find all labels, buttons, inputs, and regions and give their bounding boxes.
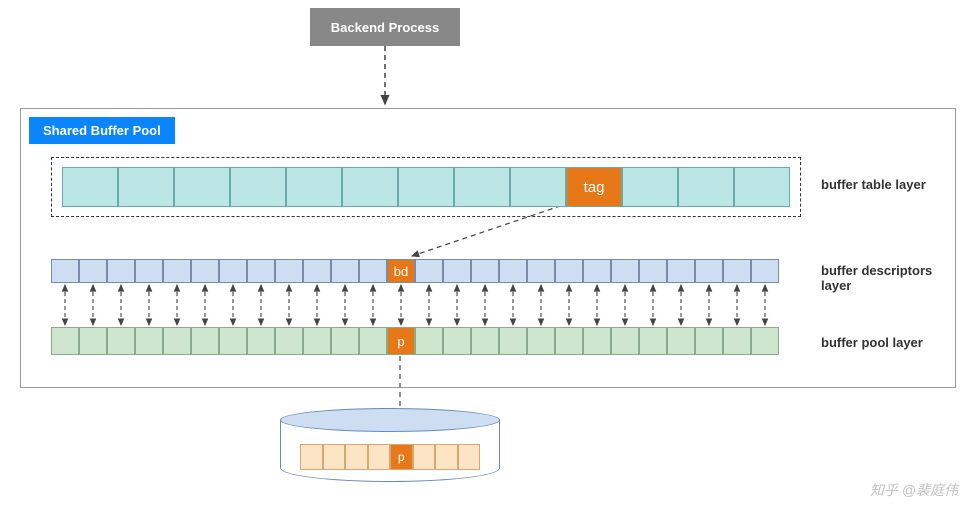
- tcell-cell: [734, 167, 790, 207]
- dcell-cell: [415, 259, 443, 283]
- disk-row: p: [300, 444, 480, 470]
- tcell-cell: [622, 167, 678, 207]
- backend-label: Backend Process: [331, 20, 439, 35]
- disk-top: [280, 408, 500, 432]
- pcell-cell: [751, 327, 779, 355]
- dcell-cell: [303, 259, 331, 283]
- diskcell-cell: [413, 444, 436, 470]
- p-cell: p: [387, 327, 415, 355]
- pcell-cell: [359, 327, 387, 355]
- dcell-cell: [583, 259, 611, 283]
- buffer-table-dashed-wrap: tag: [51, 157, 801, 217]
- dcell-cell: [331, 259, 359, 283]
- dcell-cell: [611, 259, 639, 283]
- dcell-cell: [275, 259, 303, 283]
- pcell-cell: [695, 327, 723, 355]
- pcell-cell: [611, 327, 639, 355]
- tcell-cell: [342, 167, 398, 207]
- pcell-cell: [443, 327, 471, 355]
- buffer-table-label: buffer table layer: [821, 177, 926, 192]
- tcell-cell: [62, 167, 118, 207]
- pcell-cell: [191, 327, 219, 355]
- pcell-cell: [219, 327, 247, 355]
- tcell-cell: [678, 167, 734, 207]
- pcell-cell: [555, 327, 583, 355]
- dcell-cell: [247, 259, 275, 283]
- tcell-cell: [286, 167, 342, 207]
- pcell-cell: [275, 327, 303, 355]
- dcell-cell: [527, 259, 555, 283]
- pcell-cell: [331, 327, 359, 355]
- tcell-cell: [118, 167, 174, 207]
- diskcell-cell: [458, 444, 481, 470]
- dcell-cell: [219, 259, 247, 283]
- dcell-cell: [555, 259, 583, 283]
- watermark: 知乎 @裴庭伟: [870, 480, 958, 500]
- pcell-cell: [163, 327, 191, 355]
- diskcell-cell: [300, 444, 323, 470]
- pcell-cell: [303, 327, 331, 355]
- pcell-cell: [107, 327, 135, 355]
- pcell-cell: [723, 327, 751, 355]
- tcell-cell: [174, 167, 230, 207]
- pcell-cell: [79, 327, 107, 355]
- pcell-cell: [639, 327, 667, 355]
- dcell-cell: [191, 259, 219, 283]
- buffer-table-row: tag: [62, 167, 790, 207]
- dcell-cell: [163, 259, 191, 283]
- disk-cylinder: p: [280, 408, 500, 488]
- diskcell-cell: [368, 444, 391, 470]
- dcell-cell: [51, 259, 79, 283]
- pool-title: Shared Buffer Pool: [43, 123, 161, 138]
- pcell-cell: [527, 327, 555, 355]
- shared-buffer-pool-container: Shared Buffer Pool tag buffer table laye…: [20, 108, 956, 388]
- p-cell: p: [390, 444, 413, 470]
- pcell-cell: [583, 327, 611, 355]
- pcell-cell: [471, 327, 499, 355]
- tcell-cell: [454, 167, 510, 207]
- bidirectional-arrows: [49, 281, 829, 331]
- dcell-cell: [695, 259, 723, 283]
- buffer-descriptors-label: buffer descriptors layer: [821, 263, 955, 293]
- dcell-cell: [135, 259, 163, 283]
- diskcell-cell: [323, 444, 346, 470]
- dcell-cell: [107, 259, 135, 283]
- tag-cell: tag: [566, 167, 622, 207]
- pcell-cell: [499, 327, 527, 355]
- dcell-cell: [359, 259, 387, 283]
- diskcell-cell: [435, 444, 458, 470]
- dcell-cell: [471, 259, 499, 283]
- dcell-cell: [79, 259, 107, 283]
- dcell-cell: [443, 259, 471, 283]
- dcell-cell: [723, 259, 751, 283]
- tcell-cell: [230, 167, 286, 207]
- dcell-cell: [639, 259, 667, 283]
- pcell-cell: [135, 327, 163, 355]
- buffer-descriptors-row: bd: [51, 259, 779, 283]
- pcell-cell: [667, 327, 695, 355]
- pcell-cell: [247, 327, 275, 355]
- dcell-cell: [751, 259, 779, 283]
- pool-title-badge: Shared Buffer Pool: [29, 117, 175, 144]
- diskcell-cell: [345, 444, 368, 470]
- buffer-pool-row: p: [51, 327, 779, 355]
- tcell-cell: [510, 167, 566, 207]
- pcell-cell: [415, 327, 443, 355]
- backend-process-box: Backend Process: [310, 8, 460, 46]
- dcell-cell: [667, 259, 695, 283]
- tcell-cell: [398, 167, 454, 207]
- bd-cell: bd: [387, 259, 415, 283]
- dcell-cell: [499, 259, 527, 283]
- pcell-cell: [51, 327, 79, 355]
- buffer-pool-label: buffer pool layer: [821, 335, 923, 350]
